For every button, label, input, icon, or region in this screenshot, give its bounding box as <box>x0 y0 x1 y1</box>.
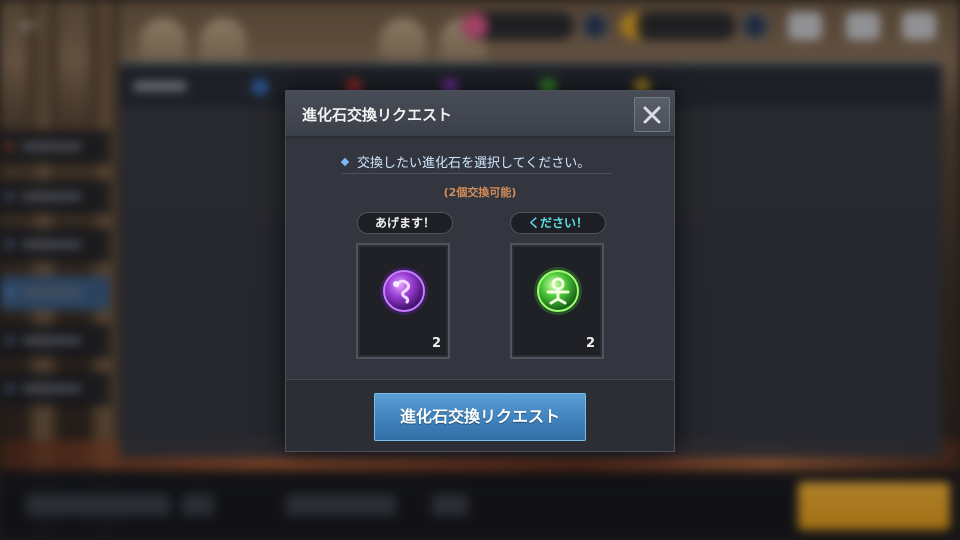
instruction-text: 交換したい進化石を選択してください。 <box>357 156 591 171</box>
instruction-line: 交換したい進化石を選択してください。 <box>340 152 612 174</box>
dialog-body: 交換したい進化石を選択してください。 (2個交換可能) あげます！ ください！ … <box>286 140 674 378</box>
dialog-header: 進化石交換リクエスト <box>286 91 674 138</box>
want-label: ください！ <box>510 212 606 234</box>
close-button[interactable] <box>634 97 670 132</box>
dialog-title: 進化石交換リクエスト <box>302 106 453 124</box>
green-evolution-stone-icon <box>534 267 582 315</box>
want-stone-count: 2 <box>585 336 595 351</box>
purple-evolution-stone-icon <box>380 267 428 315</box>
exchange-request-dialog: 進化石交換リクエスト 交換したい進化石を選択してください。 (2個交換可能) あ… <box>285 90 675 452</box>
diamond-bullet-icon <box>340 157 350 167</box>
dialog-footer: 進化石交換リクエスト <box>286 379 674 451</box>
exchange-limit-note: (2個交換可能) <box>443 186 517 199</box>
close-icon <box>643 106 661 124</box>
give-stone-count: 2 <box>431 336 441 351</box>
give-stone-slot[interactable]: 2 <box>356 243 450 359</box>
submit-exchange-request-button[interactable]: 進化石交換リクエスト <box>374 393 586 441</box>
give-label: あげます！ <box>357 212 453 234</box>
want-stone-slot[interactable]: 2 <box>510 243 604 359</box>
